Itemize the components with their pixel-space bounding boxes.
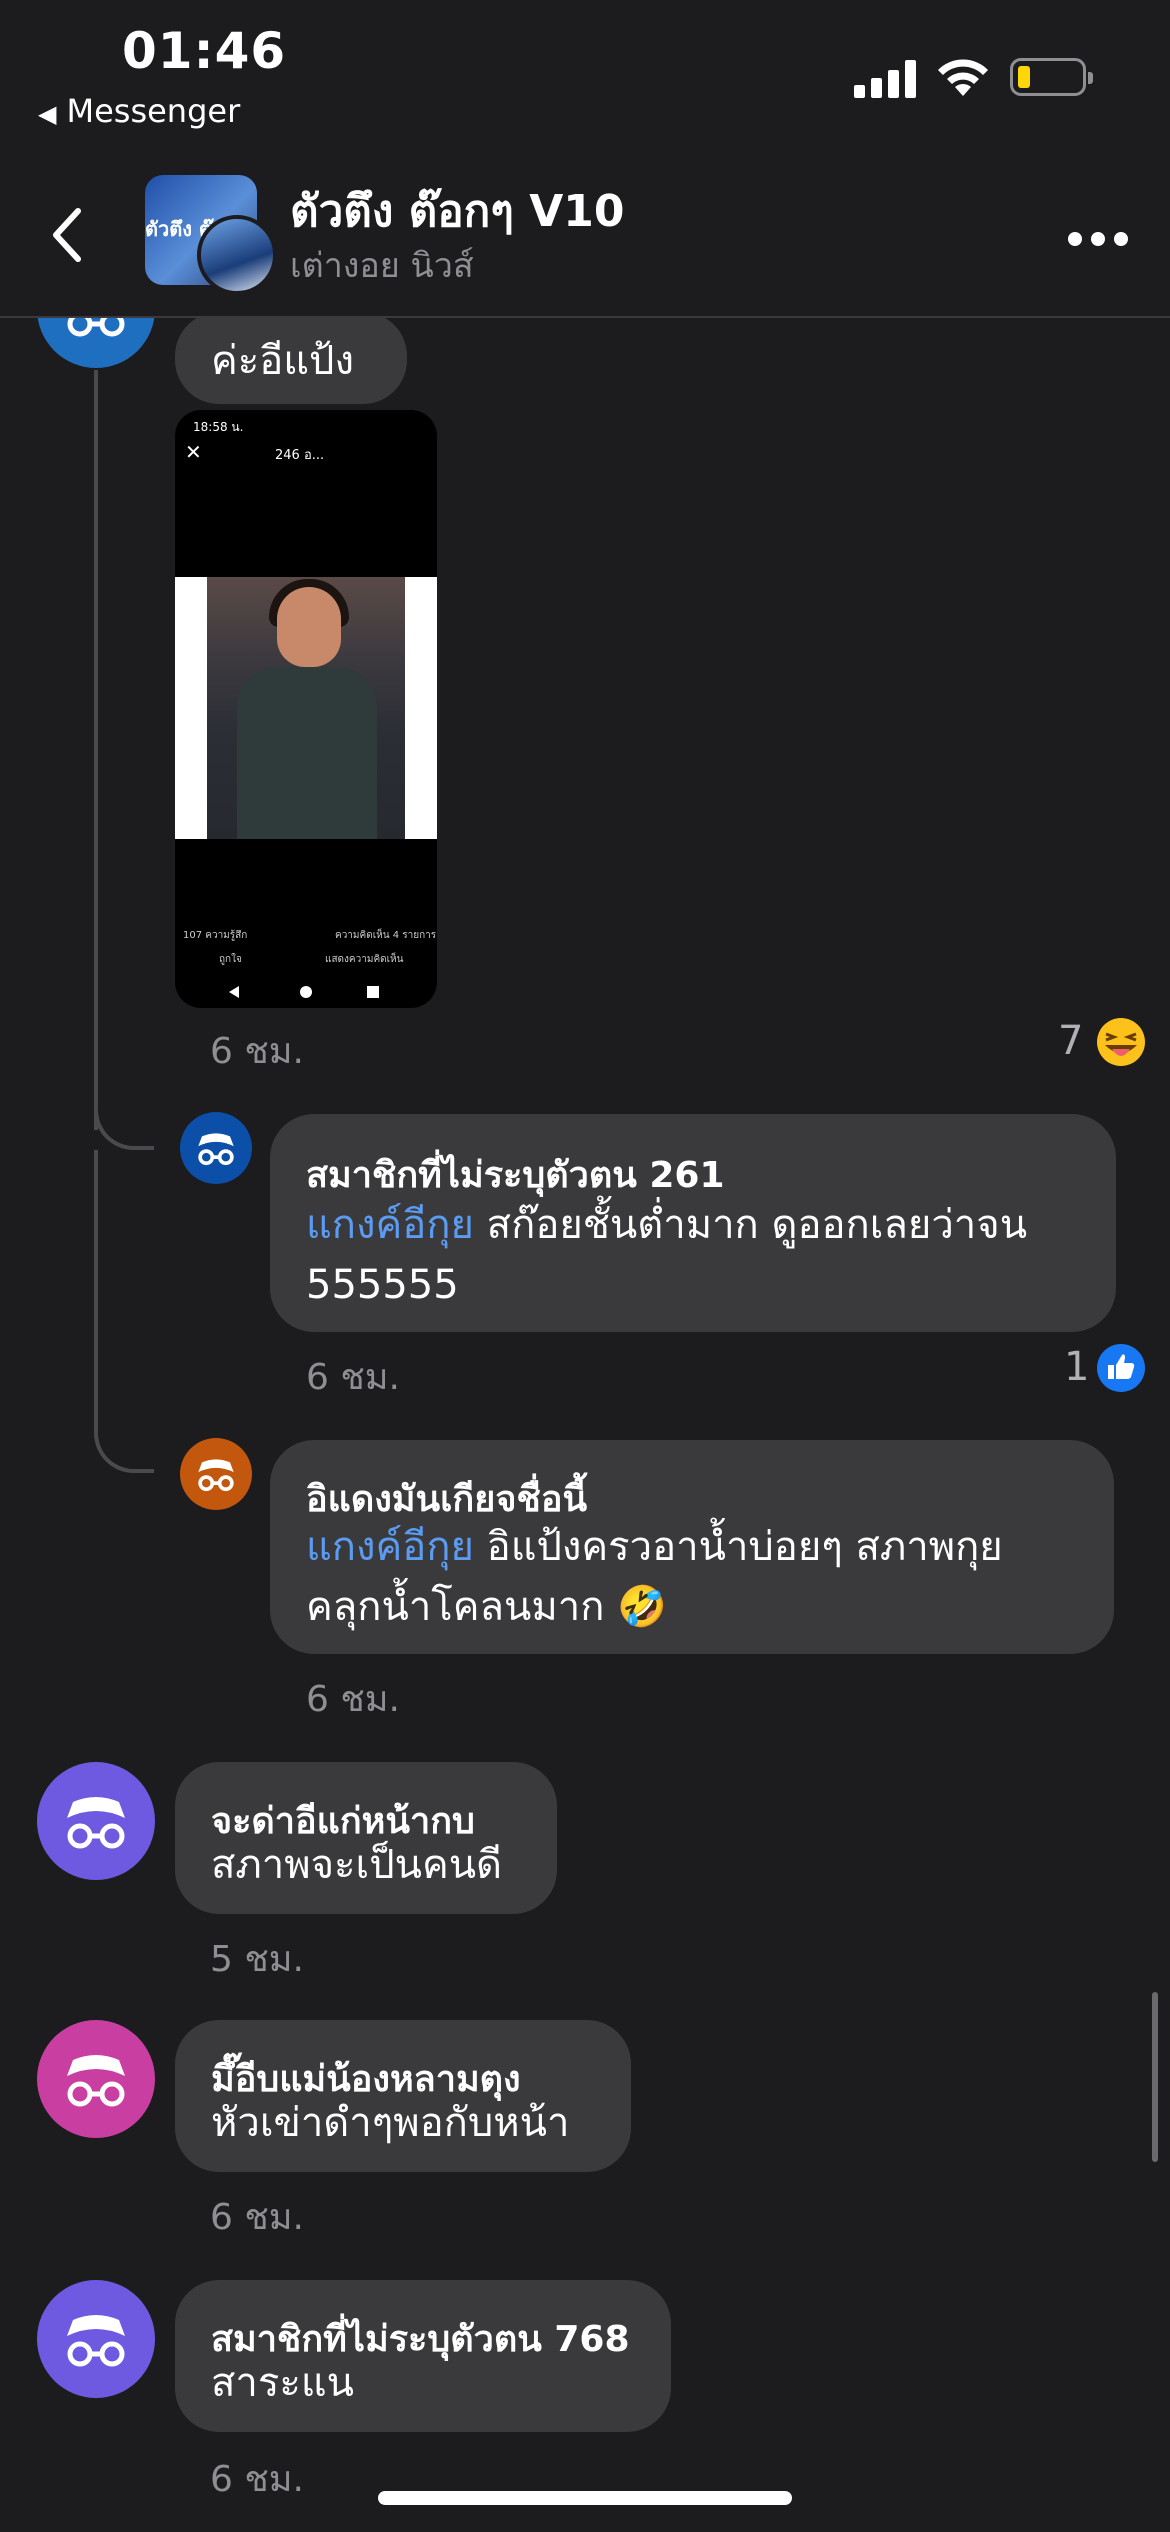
thread-line	[94, 370, 98, 1130]
back-chevron-icon[interactable]	[48, 205, 88, 265]
message-time: 6 ชม.	[306, 1357, 400, 1398]
image-attachment[interactable]: 18:58 น. ✕ 246 อ... 107 ความรู้สึก ความค…	[175, 410, 437, 1008]
anonymous-icon	[67, 2315, 125, 2367]
grinning-tongue-emoji-icon[interactable]	[1096, 1017, 1146, 1067]
back-triangle-icon: ◀	[38, 100, 57, 128]
wifi-icon	[938, 59, 988, 96]
message-time: 6 ชม.	[210, 2459, 304, 2500]
image-comments-text: ความคิดเห็น 4 รายการ	[335, 930, 437, 941]
more-options-icon[interactable]	[1068, 232, 1128, 248]
group-subtitle[interactable]: เต่างอย นิวส์	[290, 238, 474, 292]
avatar[interactable]	[180, 1438, 252, 1510]
cellular-signal-icon	[854, 60, 916, 98]
image-close-icon: ✕	[185, 440, 202, 464]
message-bubble[interactable]: จะด่าอีแก่หน้ากบ สภาพจะเป็นคนดี	[175, 1762, 557, 1914]
message-bubble[interactable]: สมาชิกที่ไม่ระบุตัวตน 768 สาระแน	[175, 2280, 671, 2432]
message-time: 6 ชม.	[210, 2197, 304, 2238]
message-time: 6 ชม.	[210, 1031, 304, 1072]
message-text: แกงค์อีกุย สก๊อยชั้นต่ำมาก ดูออกเลยว่าจน	[306, 1196, 1027, 1254]
like-icon[interactable]	[1096, 1343, 1146, 1393]
reply-bubble[interactable]: อิแดงมันเกียจชื่อนี้ แกงค์อีกุย อิแป้งคร…	[270, 1440, 1114, 1654]
mention-link[interactable]: แกงค์อีกุย	[306, 1524, 474, 1570]
group-title[interactable]: ตัวตึง ต๊อกๆ V10	[290, 176, 625, 246]
message-bubble[interactable]: มึ๊อีบแม่น้องหลามตุง หัวเข่าดำๆพอกับหน้า	[175, 2020, 631, 2172]
group-avatar-secondary	[197, 215, 277, 295]
message-time: 5 ชม.	[210, 1939, 304, 1980]
reaction-count[interactable]: 1	[1064, 1344, 1089, 1390]
image-status-time: 18:58 น.	[193, 420, 244, 434]
battery-level	[1018, 66, 1030, 88]
message-text-line2: คลุกน้ำโคลนมาก 🤣	[306, 1584, 667, 1630]
back-app-label: Messenger	[66, 92, 241, 130]
avatar[interactable]	[37, 1762, 155, 1880]
thread-branch	[94, 1413, 154, 1473]
message-text-line2: สาระแน	[211, 2360, 354, 2406]
avatar[interactable]	[37, 2280, 155, 2398]
home-indicator[interactable]	[378, 2491, 792, 2505]
sender-name[interactable]: สมาชิกที่ไม่ระบุตัวตน 261	[306, 1146, 725, 1203]
message-text: ค่ะอีแป้ง	[211, 338, 354, 384]
chat-header: ตัวตึง ต๊ ตัวตึง ต๊อกๆ V10 เต่างอย นิวส์	[0, 150, 1170, 318]
anonymous-icon	[67, 2055, 125, 2107]
anonymous-icon	[67, 1797, 125, 1849]
reply-bubble[interactable]: สมาชิกที่ไม่ระบุตัวตน 261 แกงค์อีกุย สก๊…	[270, 1114, 1116, 1332]
battery-icon	[1010, 58, 1093, 96]
back-to-app-link[interactable]: ◀ Messenger	[38, 92, 240, 130]
message-bubble[interactable]: ค่ะอีแป้ง	[175, 312, 407, 404]
image-like-label: ถูกใจ	[219, 954, 242, 965]
thread-branch	[94, 1090, 154, 1150]
status-bar: 01:46 ◀ Messenger	[0, 0, 1170, 150]
message-text-line2: 555555	[306, 1262, 459, 1308]
message-text-line1: สก๊อยชั้นต่ำมาก ดูออกเลยว่าจน	[473, 1202, 1028, 1248]
image-comment-label: แสดงความคิดเห็น	[325, 954, 404, 965]
photo	[207, 577, 405, 839]
scrollbar[interactable]	[1152, 1992, 1158, 2162]
image-title: 246 อ...	[275, 448, 325, 463]
reaction-count[interactable]: 7	[1058, 1018, 1083, 1064]
avatar[interactable]	[37, 2020, 155, 2138]
status-time: 01:46	[122, 22, 287, 80]
mention-link[interactable]: แกงค์อีกุย	[306, 1202, 474, 1248]
thread-line	[94, 1150, 98, 1420]
anonymous-icon	[198, 1459, 234, 1492]
image-navbar	[229, 986, 379, 998]
anonymous-icon	[198, 1133, 234, 1166]
message-text-line2: สภาพจะเป็นคนดี	[211, 1842, 503, 1888]
message-text-line2: หัวเข่าดำๆพอกับหน้า	[211, 2100, 570, 2146]
image-reactions-text: 107 ความรู้สึก	[183, 930, 248, 941]
message-time: 6 ชม.	[306, 1679, 400, 1720]
avatar[interactable]	[180, 1112, 252, 1184]
message-text: แกงค์อีกุย อิแป้งครวอาน้ำบ่อยๆ สภาพกุย	[306, 1518, 1003, 1576]
message-text-line1: อิแป้งครวอาน้ำบ่อยๆ สภาพกุย	[473, 1524, 1003, 1570]
